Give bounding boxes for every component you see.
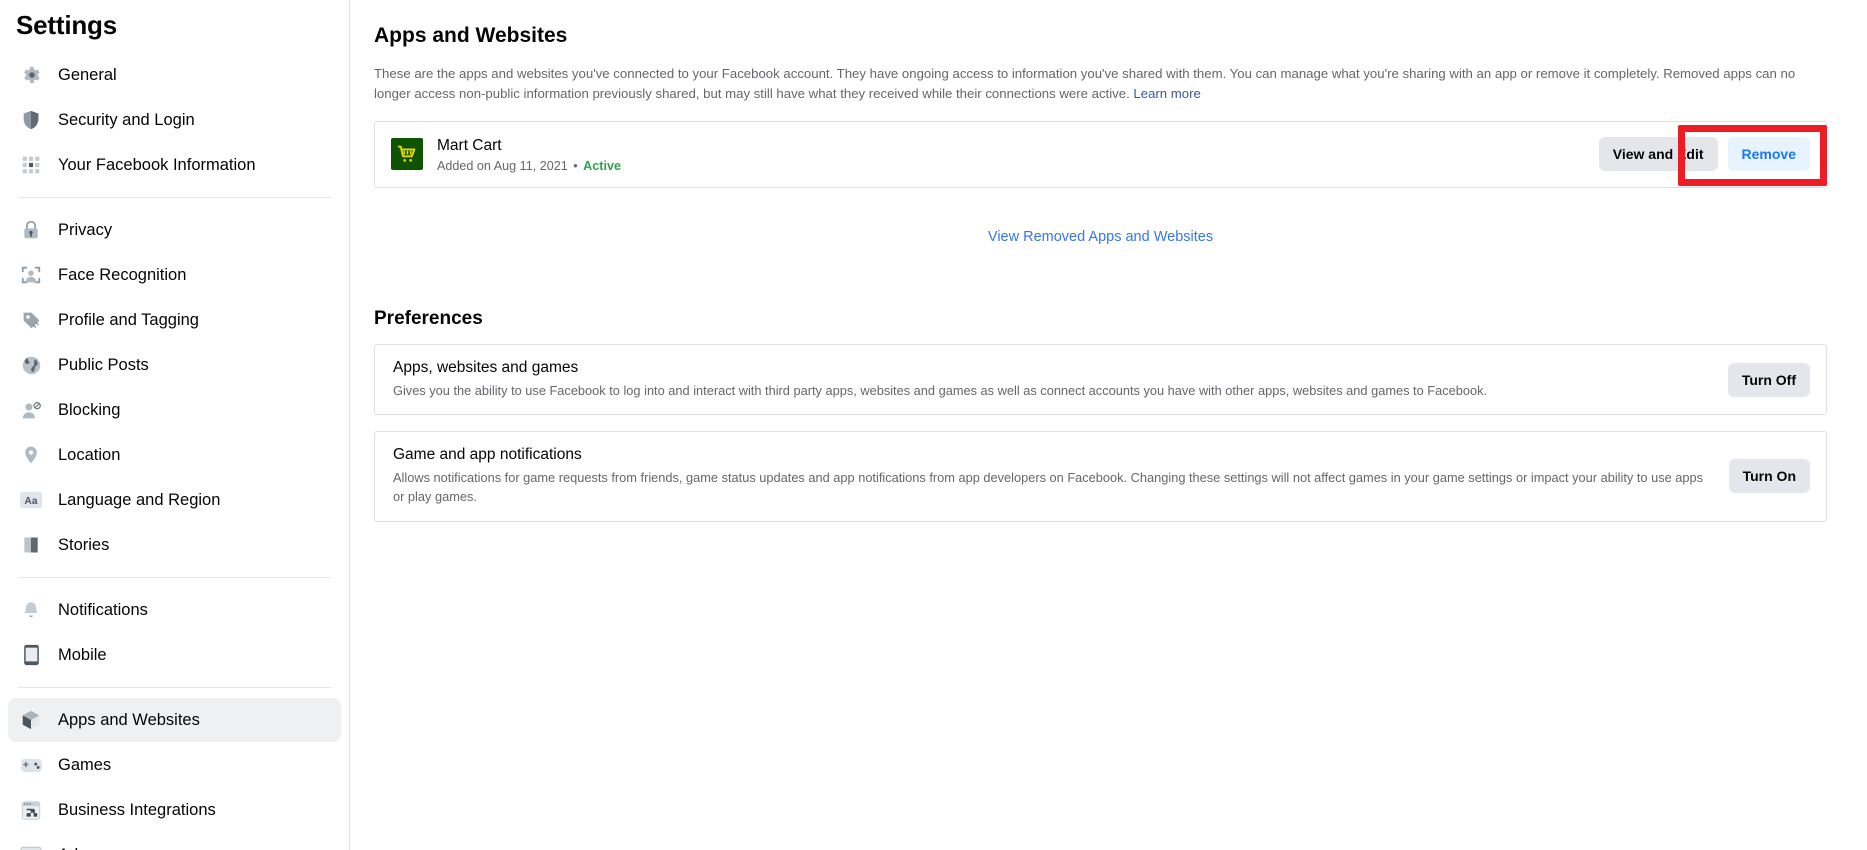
view-removed-wrap: View Removed Apps and Websites xyxy=(374,228,1827,246)
sidebar-item-language-and-region[interactable]: Aa Language and Region xyxy=(8,478,341,522)
preference-text: Game and app notifications Allows notifi… xyxy=(393,446,1729,506)
sidebar-divider xyxy=(18,197,331,198)
book-icon xyxy=(18,532,44,558)
preference-description: Allows notifications for game requests f… xyxy=(393,470,1704,505)
sidebar-item-label: Face Recognition xyxy=(58,265,187,284)
meta-separator: • xyxy=(573,159,578,174)
sidebar-item-business-integrations[interactable]: Business Integrations xyxy=(8,788,341,832)
sidebar-item-face-recognition[interactable]: Face Recognition xyxy=(8,253,341,297)
app-added-date: Added on Aug 11, 2021 xyxy=(437,159,568,174)
view-removed-apps-link[interactable]: View Removed Apps and Websites xyxy=(988,229,1213,245)
app-actions: View and Edit Remove xyxy=(1598,137,1810,172)
main-content: Apps and Websites These are the apps and… xyxy=(350,0,1867,850)
sidebar-item-label: Apps and Websites xyxy=(58,710,200,729)
user-block-icon xyxy=(18,397,44,423)
learn-more-link[interactable]: Learn more xyxy=(1133,86,1200,101)
sidebar-item-profile-and-tagging[interactable]: Profile and Tagging xyxy=(8,298,341,342)
sidebar-group-account: General Security and Login Your Facebook… xyxy=(8,53,341,187)
language-aa-icon: Aa xyxy=(18,487,44,513)
sidebar-item-label: Blocking xyxy=(58,400,121,419)
phone-icon xyxy=(18,642,44,668)
sidebar-item-blocking[interactable]: Blocking xyxy=(8,388,341,432)
shopping-cart-icon xyxy=(391,138,423,171)
sidebar-item-location[interactable]: Location xyxy=(8,433,341,477)
sidebar-item-label: General xyxy=(58,65,117,84)
sidebar-item-label: Language and Region xyxy=(58,490,221,509)
sidebar-item-ads[interactable]: Ads xyxy=(8,833,341,850)
sidebar-item-mobile[interactable]: Mobile xyxy=(8,633,341,677)
sidebar-item-label: Mobile xyxy=(58,645,107,664)
status-badge: Active xyxy=(583,159,621,174)
intro-text: These are the apps and websites you've c… xyxy=(374,66,1796,102)
sidebar-item-label: Your Facebook Information xyxy=(58,155,256,174)
sidebar-item-label: Business Integrations xyxy=(58,800,216,819)
sidebar-item-label: Security and Login xyxy=(58,110,195,129)
sidebar-divider xyxy=(18,687,331,688)
preference-row-game-app-notifications: Game and app notifications Allows notifi… xyxy=(374,431,1827,522)
remove-button[interactable]: Remove xyxy=(1727,137,1810,172)
grid-dots-icon xyxy=(18,152,44,178)
sidebar-item-label: Profile and Tagging xyxy=(58,310,199,329)
app-name: Mart Cart xyxy=(437,136,502,154)
sidebar-item-general[interactable]: General xyxy=(8,53,341,97)
preference-text: Apps, websites and games Gives you the a… xyxy=(393,359,1728,400)
sidebar-item-label: Location xyxy=(58,445,121,464)
preference-row-apps-websites-games: Apps, websites and games Gives you the a… xyxy=(374,344,1827,416)
sidebar-item-games[interactable]: Games xyxy=(8,743,341,787)
app-text-block: Mart Cart Added on Aug 11, 2021 • Active xyxy=(437,136,621,173)
lock-icon xyxy=(18,217,44,243)
sidebar-item-label: Stories xyxy=(58,535,110,554)
app-meta: Added on Aug 11, 2021 • Active xyxy=(437,159,621,173)
turn-off-button[interactable]: Turn Off xyxy=(1727,362,1810,397)
sidebar-title: Settings xyxy=(16,10,117,40)
sidebar-item-label: Games xyxy=(58,755,112,774)
sidebar-item-notifications[interactable]: Notifications xyxy=(8,588,341,632)
sidebar-item-security-and-login[interactable]: Security and Login xyxy=(8,98,341,142)
tag-icon xyxy=(18,307,44,333)
puzzle-window-icon xyxy=(18,797,44,823)
bell-icon xyxy=(18,597,44,623)
sidebar-group-apps: Apps and Websites Games Business Integra… xyxy=(8,698,341,850)
preference-heading: Apps, websites and games xyxy=(393,359,579,377)
preference-heading: Game and app notifications xyxy=(393,446,582,464)
view-and-edit-button[interactable]: View and Edit xyxy=(1598,137,1718,172)
shield-icon xyxy=(18,107,44,133)
sidebar-item-public-posts[interactable]: Public Posts xyxy=(8,343,341,387)
sidebar-item-label: Notifications xyxy=(58,600,148,619)
sidebar-group-privacy: Privacy Face Recognition Profile and Tag… xyxy=(8,208,341,567)
ads-image-icon xyxy=(18,842,44,850)
pin-icon xyxy=(18,442,44,468)
cube-icon xyxy=(18,707,44,733)
settings-sidebar: Settings General Security and Login Your… xyxy=(0,0,350,850)
page-title: Apps and Websites xyxy=(374,24,568,47)
sidebar-item-label: Privacy xyxy=(58,220,113,239)
sidebar-group-notifications: Notifications Mobile xyxy=(8,588,341,677)
sidebar-item-apps-and-websites[interactable]: Apps and Websites xyxy=(8,698,341,742)
sidebar-item-label: Public Posts xyxy=(58,355,149,374)
sidebar-item-stories[interactable]: Stories xyxy=(8,523,341,567)
face-scan-icon xyxy=(18,262,44,288)
sidebar-item-privacy[interactable]: Privacy xyxy=(8,208,341,252)
gamepad-icon xyxy=(18,752,44,778)
sidebar-divider xyxy=(18,577,331,578)
intro-paragraph: These are the apps and websites you've c… xyxy=(374,64,1827,105)
turn-on-button[interactable]: Turn On xyxy=(1728,459,1810,494)
connected-app-card: Mart Cart Added on Aug 11, 2021 • Active… xyxy=(374,120,1827,189)
svg-text:Aa: Aa xyxy=(25,496,38,507)
preferences-title: Preferences xyxy=(374,308,483,330)
app-info: Mart Cart Added on Aug 11, 2021 • Active xyxy=(391,136,621,173)
gear-icon xyxy=(18,62,44,88)
preference-description: Gives you the ability to use Facebook to… xyxy=(393,383,1488,399)
sidebar-item-your-facebook-information[interactable]: Your Facebook Information xyxy=(8,143,341,187)
globe-icon xyxy=(18,352,44,378)
sidebar-item-label: Ads xyxy=(58,846,86,850)
settings-page: Settings General Security and Login Your… xyxy=(0,0,1867,850)
